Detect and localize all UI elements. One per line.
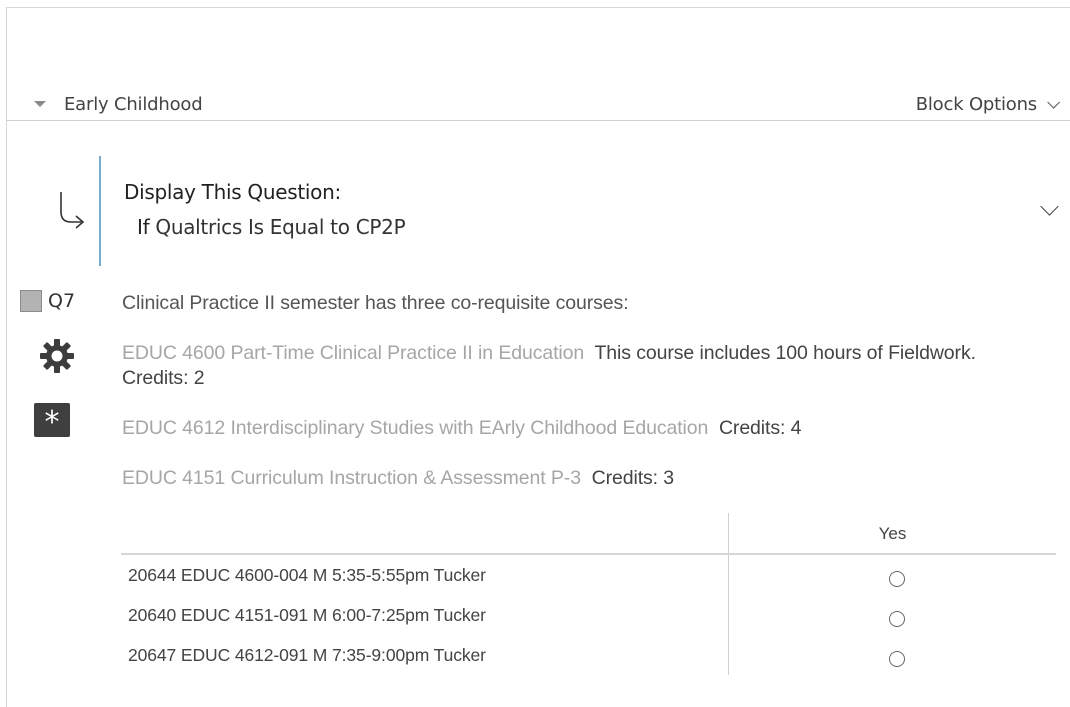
course-code: EDUC 4600 Part-Time Clinical Practice II… bbox=[122, 342, 585, 364]
question-text[interactable]: Clinical Practice II semester has three … bbox=[122, 292, 629, 315]
gear-icon[interactable] bbox=[39, 338, 75, 374]
row-label: 20644 EDUC 4600-004 M 5:35-5:55pm Tucker bbox=[128, 565, 486, 585]
course-item: EDUC 4600 Part-Time Clinical Practice II… bbox=[122, 341, 1022, 391]
block-options-label: Block Options bbox=[915, 94, 1037, 115]
block-header: Early Childhood Block Options bbox=[6, 88, 1070, 121]
matrix-table: Yes 20644 EDUC 4600-004 M 5:35-5:55pm Tu… bbox=[121, 513, 1056, 675]
chevron-down-icon bbox=[1047, 96, 1060, 109]
required-asterisk-icon[interactable]: * bbox=[34, 403, 70, 440]
display-logic-rule bbox=[99, 156, 101, 266]
caret-down-icon bbox=[34, 101, 46, 107]
if-keyword: If bbox=[137, 215, 150, 239]
row-label: 20647 EDUC 4612-091 M 7:35-9:00pm Tucker bbox=[128, 645, 486, 665]
table-row: 20647 EDUC 4612-091 M 7:35-9:00pm Tucker bbox=[121, 635, 1056, 675]
course-detail: Credits: 4 bbox=[718, 417, 802, 439]
yes-radio[interactable] bbox=[889, 571, 905, 587]
course-item: EDUC 4151 Curriculum Instruction & Asses… bbox=[122, 466, 1022, 491]
condition-text: Qualtrics Is Equal to CP2P bbox=[155, 215, 406, 239]
table-row: 20644 EDUC 4600-004 M 5:35-5:55pm Tucker bbox=[121, 555, 1056, 595]
display-logic-title: Display This Question: bbox=[124, 180, 341, 204]
block-collapse-toggle[interactable]: Early Childhood bbox=[34, 93, 203, 115]
course-detail: Credits: 3 bbox=[591, 467, 675, 489]
table-row: 20640 EDUC 4151-091 M 6:00-7:25pm Tucker bbox=[121, 595, 1056, 635]
column-header-yes: Yes bbox=[878, 524, 907, 543]
yes-radio[interactable] bbox=[889, 611, 905, 627]
row-label: 20640 EDUC 4151-091 M 6:00-7:25pm Tucker bbox=[128, 605, 486, 625]
question-select-checkbox[interactable] bbox=[20, 290, 42, 312]
block-options-button[interactable]: Block Options bbox=[915, 94, 1060, 115]
display-logic-condition[interactable]: If Qualtrics Is Equal to CP2P bbox=[137, 215, 406, 239]
yes-radio[interactable] bbox=[889, 651, 905, 667]
course-code: EDUC 4612 Interdisciplinary Studies with… bbox=[122, 417, 709, 439]
course-item: EDUC 4612 Interdisciplinary Studies with… bbox=[122, 416, 1022, 441]
branch-arrow-icon bbox=[60, 192, 85, 229]
question-number: Q7 bbox=[48, 290, 76, 312]
course-code: EDUC 4151 Curriculum Instruction & Asses… bbox=[122, 467, 581, 489]
block-name: Early Childhood bbox=[64, 93, 203, 115]
